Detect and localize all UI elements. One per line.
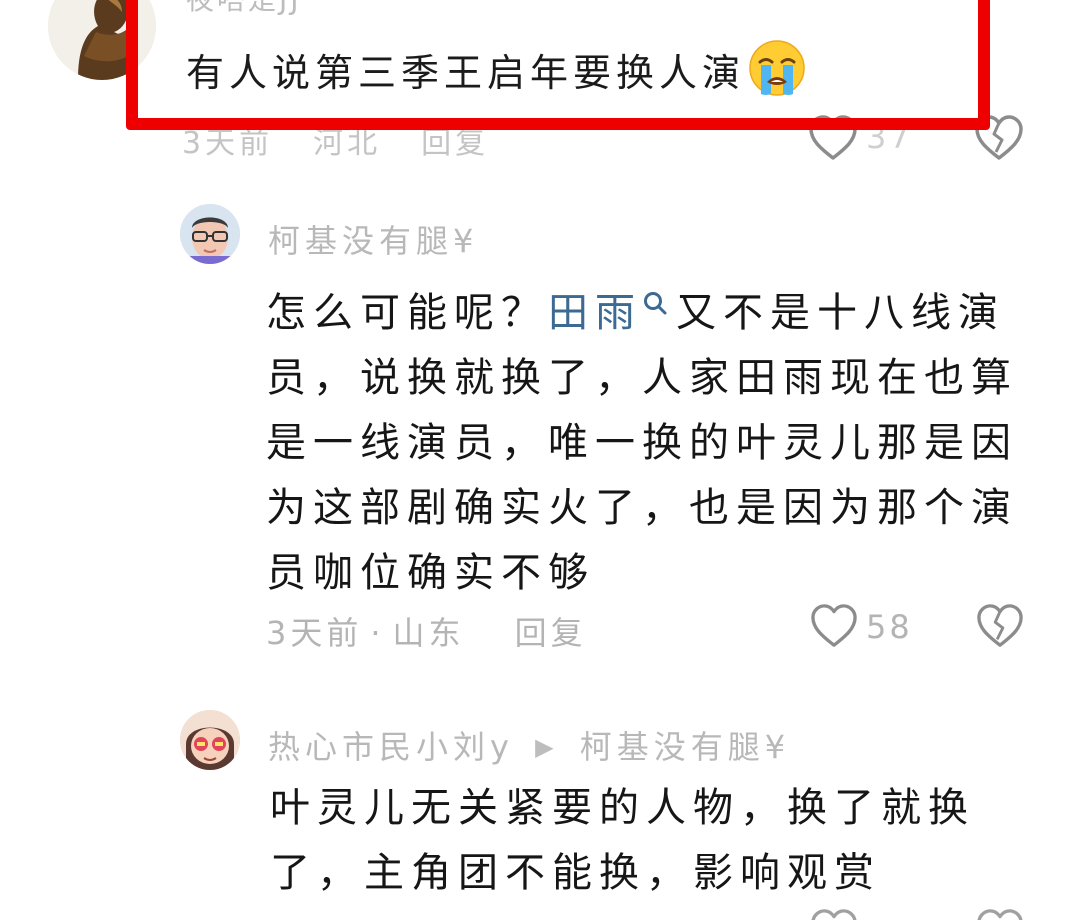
top-comment-time: 3天前 (182, 126, 274, 161)
reply-1-location: 山东 (392, 614, 465, 652)
search-icon[interactable] (642, 271, 668, 315)
mention-link[interactable]: 田雨 (548, 290, 642, 336)
reply-2-text: 叶灵儿无关紧要的人物，换了就换了，主角团不能换，影响观赏 (270, 785, 975, 896)
highlight-box (126, 0, 990, 130)
top-comment-reply-button[interactable]: 回复 (421, 126, 489, 161)
reply-1-like-heart-icon[interactable] (810, 603, 858, 649)
reply-1-username[interactable]: 柯基没有腿¥ (268, 216, 478, 262)
reply-1-separator: · (370, 614, 385, 652)
reply-2-like-heart-icon[interactable] (810, 908, 858, 920)
reply-to-arrow-icon: ▶ (535, 733, 559, 761)
man-with-glasses-avatar-image (180, 204, 240, 264)
reply-2-dislike-broken-heart-icon[interactable] (976, 908, 1024, 920)
reply-1-avatar[interactable] (180, 204, 240, 264)
reply-2-reply-to-username[interactable]: 柯基没有腿¥ (580, 728, 790, 766)
reply-1-time: 3天前 (266, 614, 363, 652)
reply-2-username[interactable]: 热心市民小刘y (268, 728, 514, 766)
reply-1-text: 怎么可能呢？田雨 又不是十八线演员，说换就换了，人家田雨现在也算是一线演员，唯一… (266, 271, 1034, 606)
reply-2-header: 热心市民小刘y ▶ 柯基没有腿¥ (268, 722, 790, 768)
cartoon-girl-avatar-image (180, 710, 240, 770)
reply-1-dislike-broken-heart-icon[interactable] (976, 603, 1024, 649)
reply-1-meta: 3天前 · 山东 回复 (266, 608, 587, 654)
top-comment-location: 河北 (313, 126, 382, 161)
reply-1-reply-button[interactable]: 回复 (515, 614, 587, 652)
reply-1-like-count: 58 (866, 608, 913, 646)
reply-1-text-before-link: 怎么可能呢？ (266, 290, 548, 336)
reply-2-avatar[interactable] (180, 710, 240, 770)
